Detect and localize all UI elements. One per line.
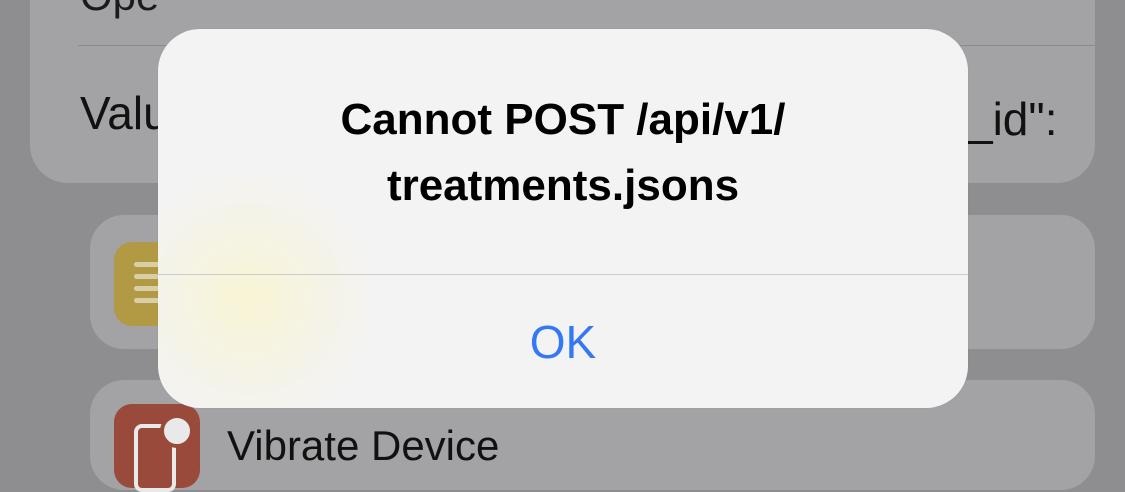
vibrate-icon <box>114 404 200 492</box>
value-text: _id": <box>967 93 1058 145</box>
ok-button[interactable]: OK <box>158 275 968 408</box>
parameter-row-text: Ope <box>80 0 159 20</box>
action-label-vibrate: Vibrate Device <box>227 422 500 469</box>
value-label: Value <box>80 87 158 139</box>
alert-dialog: Cannot POST /api/v1/ treatments.jsons OK <box>158 29 968 408</box>
alert-title-line1: Cannot POST /api/v1/ <box>340 95 786 144</box>
alert-title-line2: treatments.jsons <box>386 161 740 210</box>
alert-title: Cannot POST /api/v1/ treatments.jsons <box>218 87 908 219</box>
